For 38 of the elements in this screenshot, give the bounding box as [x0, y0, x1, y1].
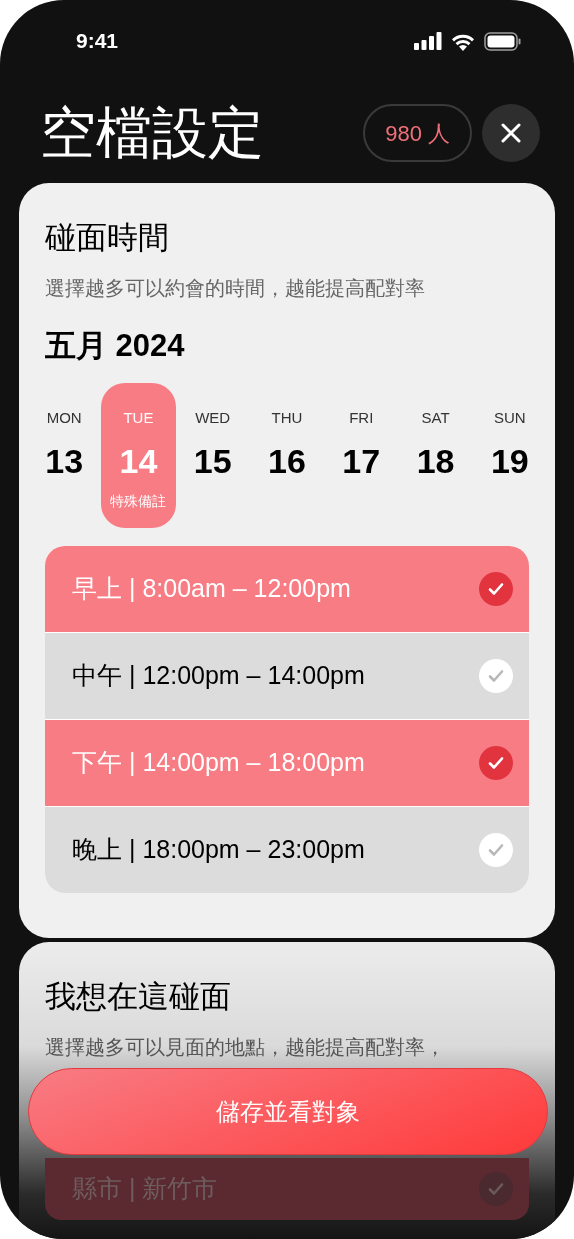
- signal-icon: [414, 32, 442, 50]
- page-title: 空檔設定: [40, 105, 265, 161]
- time-slot-label: 晚上 | 18:00pm – 23:00pm: [72, 834, 365, 866]
- time-slot-label: 中午 | 12:00pm – 14:00pm: [72, 660, 365, 692]
- close-icon: [499, 121, 523, 145]
- day-chip[interactable]: FRI 17: [324, 383, 399, 528]
- status-time: 9:41: [76, 28, 119, 55]
- day-chip[interactable]: SUN 19: [472, 383, 547, 528]
- weekday-label: MON: [46, 408, 82, 428]
- card-title: 碰面時間: [45, 219, 170, 257]
- date-number: 13: [45, 440, 84, 482]
- time-slot-label: 早上 | 8:00am – 12:00pm: [72, 573, 351, 605]
- weekday-label: TUE: [123, 408, 154, 428]
- card-subtitle: 選擇越多可以見面的地點，越能提高配對率，: [45, 1035, 446, 1060]
- weekday-label: SAT: [421, 408, 450, 428]
- date-number: 16: [268, 440, 306, 482]
- date-number: 19: [490, 440, 529, 482]
- card-title: 我想在這碰面: [45, 978, 232, 1016]
- day-chip[interactable]: THU 16: [249, 383, 325, 528]
- date-number: 17: [342, 440, 381, 482]
- time-slot-row[interactable]: 中午 | 12:00pm – 14:00pm: [45, 633, 529, 719]
- weekday-label: SUN: [494, 408, 526, 428]
- date-number: 15: [193, 440, 232, 482]
- date-number: 14: [119, 440, 158, 482]
- weekday-label: FRI: [349, 408, 374, 428]
- card-subtitle: 選擇越多可以約會的時間，越能提高配對率: [45, 276, 426, 301]
- battery-icon: [484, 31, 522, 51]
- weekday-label: WED: [195, 408, 231, 428]
- time-slot-label: 下午 | 14:00pm – 18:00pm: [72, 747, 365, 779]
- weekday-label: THU: [271, 408, 303, 428]
- day-chip[interactable]: WED 15: [175, 383, 250, 528]
- count-badge: 980 人: [363, 104, 472, 162]
- month-label: 五月 2024: [45, 327, 186, 365]
- date-number: 18: [416, 440, 455, 482]
- time-slot-row[interactable]: 晚上 | 18:00pm – 23:00pm: [45, 807, 529, 893]
- day-note: 特殊備註: [110, 491, 167, 511]
- day-chip[interactable]: MON 13: [27, 383, 102, 528]
- day-chip[interactable]: SAT 18: [398, 383, 473, 528]
